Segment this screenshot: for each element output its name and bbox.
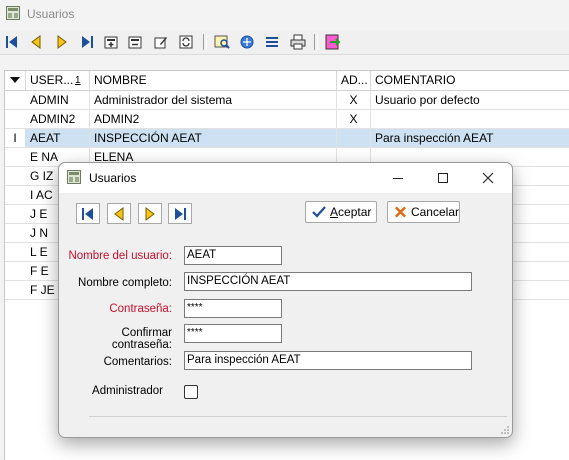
cell-user: AEAT xyxy=(26,129,90,147)
insert-record-icon[interactable] xyxy=(102,33,120,51)
comments-label: Comentarios: xyxy=(103,356,172,368)
column-menu-button[interactable] xyxy=(5,71,26,90)
admin-checkbox[interactable] xyxy=(184,385,198,399)
cell-comment: Usuario por defecto xyxy=(375,93,480,107)
delete-record-icon[interactable] xyxy=(126,33,144,51)
admin-label: Administrador xyxy=(92,385,163,397)
column-comment-label: COMENTARIO xyxy=(375,73,456,87)
toolbar-separator xyxy=(314,34,318,50)
fullname-label: Nombre completo: xyxy=(78,277,172,289)
accept-label: Aceptar xyxy=(330,205,372,219)
dialog-prev-button[interactable] xyxy=(107,203,131,224)
next-record-icon xyxy=(145,206,155,221)
cell-admin xyxy=(337,129,371,147)
comments-input[interactable]: Para inspección AEAT xyxy=(184,351,472,370)
confirm-password-input[interactable]: **** xyxy=(184,324,282,343)
app-icon xyxy=(6,6,20,20)
user-dialog: Usuarios Aceptar Cancelar Nombre del usu… xyxy=(58,162,513,438)
table-row[interactable]: ADMIN Administrador del sistema X Usuari… xyxy=(5,91,569,110)
main-titlebar: Usuarios xyxy=(0,0,569,28)
accept-button[interactable]: Aceptar xyxy=(305,201,377,223)
minimize-button[interactable] xyxy=(375,163,420,193)
dialog-titlebar[interactable]: Usuarios xyxy=(59,163,512,193)
column-user-label: USER... xyxy=(30,73,74,87)
dialog-last-button[interactable] xyxy=(168,203,192,224)
cell-name: ADMIN2 xyxy=(90,110,337,128)
toolbar-separator xyxy=(203,34,207,50)
main-window-title: Usuarios xyxy=(27,7,75,21)
table-row-selected[interactable]: I AEAT INSPECCIÓN AEAT Para inspección A… xyxy=(5,129,569,148)
cancel-x-icon xyxy=(395,206,406,218)
column-header-admin[interactable]: AD... xyxy=(337,71,371,90)
find-icon[interactable] xyxy=(213,33,231,51)
checkmark-icon xyxy=(312,206,326,218)
grid-header: USER... 1 NOMBRE AD... COMENTARIO xyxy=(5,71,569,91)
cell-admin: X xyxy=(337,110,371,128)
dialog-title: Usuarios xyxy=(89,171,137,185)
column-header-comment[interactable]: COMENTARIO xyxy=(371,71,569,90)
dialog-status-divider xyxy=(89,416,507,418)
minimize-icon xyxy=(392,178,403,179)
row-edit-indicator: I xyxy=(5,129,25,147)
cell-name: Administrador del sistema xyxy=(90,91,337,109)
export-icon[interactable] xyxy=(324,33,342,51)
column-admin-label: AD... xyxy=(341,73,368,87)
main-toolbar xyxy=(0,30,569,55)
username-label: Nombre del usuario: xyxy=(68,250,172,262)
cell-comment xyxy=(371,110,569,128)
app-icon xyxy=(67,170,81,184)
edit-record-icon[interactable] xyxy=(152,33,170,51)
last-record-icon[interactable] xyxy=(78,33,96,51)
cell-user: ADMIN2 xyxy=(26,110,90,128)
table-row[interactable]: ADMIN2 ADMIN2 X xyxy=(5,110,569,129)
fullname-input[interactable]: INSPECCIÓN AEAT xyxy=(184,272,472,291)
next-record-icon[interactable] xyxy=(53,33,71,51)
last-record-icon xyxy=(175,207,186,220)
cell-name: INSPECCIÓN AEAT xyxy=(90,129,337,147)
sort-order-badge: 1 xyxy=(75,75,81,86)
first-record-icon xyxy=(82,207,93,220)
resize-grip-icon[interactable] xyxy=(501,426,509,434)
dialog-first-button[interactable] xyxy=(76,203,100,224)
cancel-label: Cancelar xyxy=(410,205,459,219)
cancel-button[interactable]: Cancelar xyxy=(387,201,460,223)
maximize-icon xyxy=(437,173,448,183)
cell-comment: Para inspección AEAT xyxy=(375,131,494,145)
dialog-next-button[interactable] xyxy=(138,203,162,224)
triangle-down-icon xyxy=(10,77,20,83)
cell-user: ADMIN xyxy=(26,91,90,109)
close-button[interactable] xyxy=(465,163,510,193)
maximize-button[interactable] xyxy=(420,163,465,193)
column-header-name[interactable]: NOMBRE xyxy=(90,71,337,90)
sort-icon[interactable] xyxy=(263,33,281,51)
cell-admin: X xyxy=(337,91,371,109)
password-input[interactable]: **** xyxy=(184,299,282,318)
prev-record-icon[interactable] xyxy=(27,33,45,51)
password-label: Contraseña: xyxy=(109,303,172,315)
refresh-icon[interactable] xyxy=(177,33,195,51)
first-record-icon[interactable] xyxy=(3,33,21,51)
print-icon[interactable] xyxy=(289,33,307,51)
column-name-label: NOMBRE xyxy=(94,73,147,87)
close-icon xyxy=(482,172,493,184)
confirm-password-label: Confirmar contraseña: xyxy=(111,327,172,351)
username-input[interactable]: AEAT xyxy=(184,246,282,265)
prev-record-icon xyxy=(114,206,124,221)
filter-icon[interactable] xyxy=(238,33,256,51)
column-header-user[interactable]: USER... 1 xyxy=(26,71,90,90)
